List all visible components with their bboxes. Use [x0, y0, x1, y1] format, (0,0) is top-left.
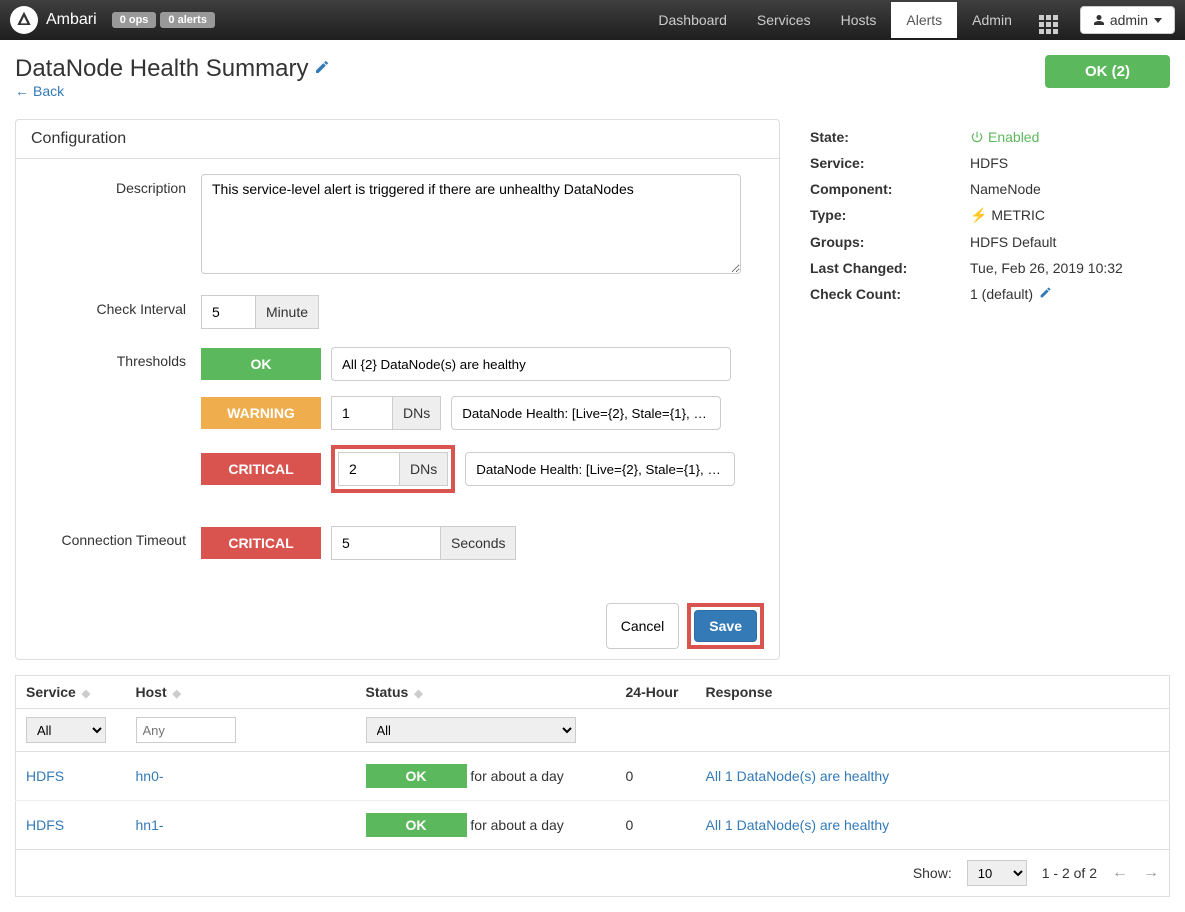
filter-service[interactable]: All [26, 717, 106, 743]
service-link[interactable]: HDFS [26, 817, 64, 833]
config-heading: Configuration [16, 120, 779, 159]
sort-icon: ◆ [414, 688, 422, 700]
ok-text-input[interactable] [331, 347, 731, 381]
check-count-label: Check Count: [810, 286, 970, 304]
type-label: Type: [810, 207, 970, 224]
save-highlight: Save [687, 603, 764, 649]
sort-icon: ◆ [173, 688, 181, 700]
caret-icon [1154, 18, 1162, 23]
instances-table: Service ◆ Host ◆ Status ◆ 24-Hour Respon… [15, 675, 1170, 850]
pager: Show: 10 1 - 2 of 2 ← → [15, 850, 1170, 897]
groups-label: Groups: [810, 234, 970, 250]
nav-admin[interactable]: Admin [957, 2, 1027, 38]
nav-services[interactable]: Services [742, 2, 826, 38]
col-host[interactable]: Host ◆ [126, 676, 356, 709]
label-check-interval: Check Interval [31, 295, 201, 317]
service-label: Service: [810, 155, 970, 171]
label-description: Description [31, 174, 201, 196]
edit-icon[interactable] [314, 59, 330, 80]
user-label: admin [1110, 12, 1148, 28]
filter-status[interactable]: All [366, 717, 576, 743]
status-text: for about a day [470, 768, 563, 784]
page-range: 1 - 2 of 2 [1042, 865, 1097, 881]
state-label: State: [810, 129, 970, 145]
warning-text-input[interactable] [451, 396, 721, 430]
label-thresholds: Thresholds [31, 347, 201, 369]
interval-unit: Minute [256, 295, 319, 329]
last-changed-value: Tue, Feb 26, 2019 10:32 [970, 260, 1170, 276]
groups-value: HDFS Default [970, 234, 1170, 250]
hour24-value: 0 [616, 801, 696, 850]
state-value[interactable]: Enabled [970, 129, 1170, 145]
check-count-value: 1 (default) [970, 286, 1170, 304]
status-text: for about a day [470, 817, 563, 833]
status-ok-badge: OK [366, 764, 467, 788]
page-size-select[interactable]: 10 [967, 860, 1027, 886]
show-label: Show: [913, 865, 952, 881]
info-panel: State: Enabled Service: HDFS Component: … [800, 119, 1170, 660]
save-button[interactable]: Save [694, 610, 757, 642]
col-response: Response [696, 676, 1170, 709]
col-status[interactable]: Status ◆ [356, 676, 616, 709]
timeout-unit: Seconds [441, 526, 516, 560]
sort-icon: ◆ [82, 688, 90, 700]
col-service[interactable]: Service ◆ [16, 676, 126, 709]
response-link[interactable]: All 1 DataNode(s) are healthy [706, 817, 890, 833]
logo-icon [10, 6, 38, 34]
navbar: Ambari 0 ops 0 alerts Dashboard Services… [0, 0, 1185, 40]
critical-value-input[interactable] [338, 452, 400, 486]
nav-alerts[interactable]: Alerts [891, 2, 957, 38]
back-link[interactable]: ← Back [15, 83, 330, 99]
critical-badge: CRITICAL [201, 453, 321, 485]
nav-dashboard[interactable]: Dashboard [643, 2, 742, 38]
back-label: Back [33, 83, 64, 99]
prev-page-icon[interactable]: ← [1112, 864, 1128, 882]
critical-text-input[interactable] [465, 452, 735, 486]
timeout-value-input[interactable] [331, 526, 441, 560]
edit-check-count-icon[interactable] [1039, 286, 1052, 303]
status-ok-badge: OK [366, 813, 467, 837]
host-link[interactable]: hn1- [136, 817, 164, 833]
page-title: DataNode Health Summary [15, 55, 308, 83]
critical-unit: DNs [400, 452, 448, 486]
filter-host[interactable] [136, 717, 236, 743]
alerts-badge[interactable]: 0 alerts [160, 12, 215, 28]
apps-grid-icon[interactable] [1027, 0, 1070, 42]
brand[interactable]: Ambari [10, 6, 97, 34]
table-row: HDFS hn0- OK for about a day 0 All 1 DataNod… [16, 752, 1170, 801]
host-link[interactable]: hn0- [136, 768, 164, 784]
next-page-icon[interactable]: → [1143, 864, 1159, 882]
nav-hosts[interactable]: Hosts [826, 2, 892, 38]
warning-value-input[interactable] [331, 396, 393, 430]
service-link[interactable]: HDFS [26, 768, 64, 784]
response-link[interactable]: All 1 DataNode(s) are healthy [706, 768, 890, 784]
component-value: NameNode [970, 181, 1170, 197]
ok-badge: OK [201, 348, 321, 380]
interval-input[interactable] [201, 295, 256, 329]
last-changed-label: Last Changed: [810, 260, 970, 276]
description-textarea[interactable]: This service-level alert is triggered if… [201, 174, 741, 274]
label-connection-timeout: Connection Timeout [31, 526, 201, 548]
service-value: HDFS [970, 155, 1170, 171]
hour24-value: 0 [616, 752, 696, 801]
table-row: HDFS hn1- OK for about a day 0 All 1 DataNod… [16, 801, 1170, 850]
timeout-badge: CRITICAL [201, 527, 321, 559]
critical-highlight: DNs [331, 445, 455, 493]
brand-text: Ambari [46, 11, 97, 29]
warning-unit: DNs [393, 396, 441, 430]
type-value: ⚡ METRIC [970, 207, 1170, 224]
ops-badge[interactable]: 0 ops [112, 12, 157, 28]
config-panel: Configuration Description This service-l… [15, 119, 780, 660]
col-24hour: 24-Hour [616, 676, 696, 709]
cancel-button[interactable]: Cancel [606, 603, 680, 649]
status-badge[interactable]: OK (2) [1045, 55, 1170, 88]
user-menu[interactable]: admin [1080, 6, 1175, 34]
component-label: Component: [810, 181, 970, 197]
warning-badge: WARNING [201, 397, 321, 429]
